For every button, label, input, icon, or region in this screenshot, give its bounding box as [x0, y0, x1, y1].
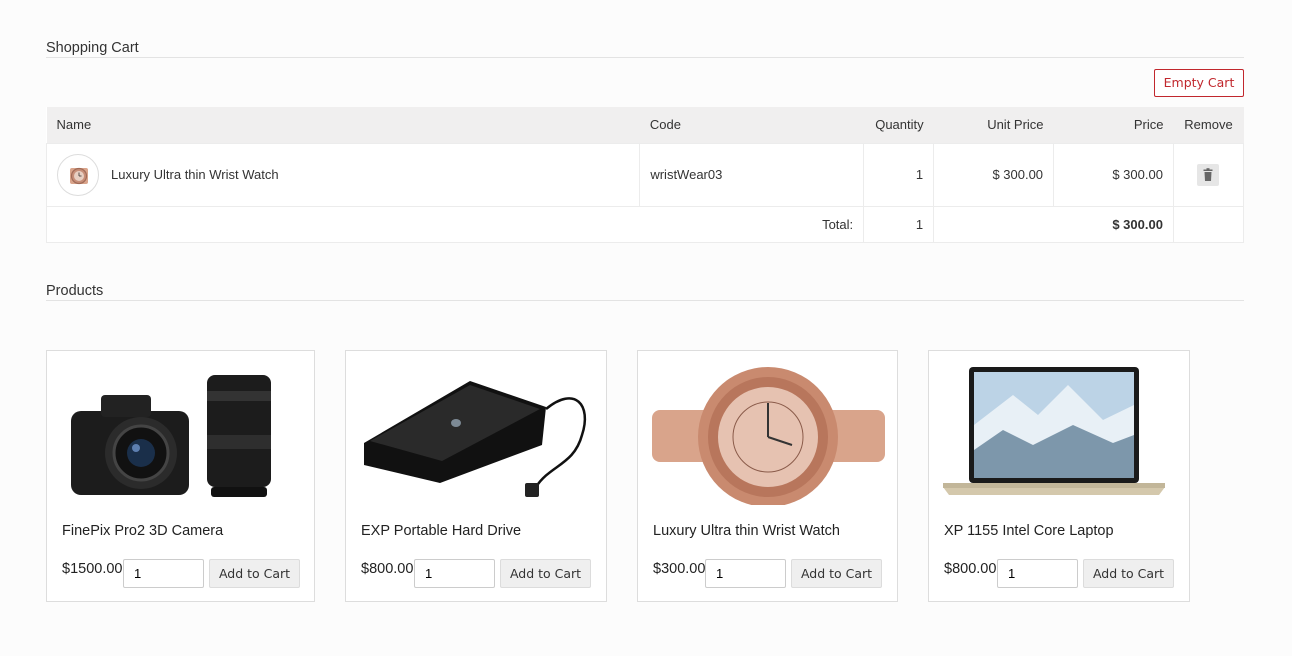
total-quantity: 1 — [863, 205, 935, 243]
cart-cell-remove — [1172, 142, 1245, 207]
cart-item-name: Luxury Ultra thin Wrist Watch — [111, 167, 279, 182]
product-card: EXP Portable Hard Drive $800.00 Add to C… — [345, 350, 607, 602]
cart-total-row: Total: 1 $ 300.00 — [45, 205, 1245, 243]
product-card: Luxury Ultra thin Wrist Watch $300.00 Ad… — [637, 350, 898, 602]
cart-table-header: Name Code Quantity Unit Price Price Remo… — [46, 107, 1244, 143]
total-price: $ 300.00 — [933, 205, 1174, 243]
quantity-input[interactable] — [997, 559, 1078, 588]
product-price: $300.00 — [653, 561, 706, 577]
hard-drive-image — [360, 365, 592, 505]
products-heading: Products — [46, 283, 1244, 301]
cart-item-code: wristWear03 — [639, 142, 865, 207]
column-header-unit-price: Unit Price — [933, 107, 1054, 143]
watch-thumbnail-icon — [57, 153, 99, 196]
total-label: Total: — [45, 205, 865, 243]
add-to-cart-button[interactable]: Add to Cart — [209, 559, 300, 588]
product-name: FinePix Pro2 3D Camera — [62, 523, 224, 539]
column-header-remove: Remove — [1173, 107, 1244, 143]
product-name: Luxury Ultra thin Wrist Watch — [653, 523, 840, 539]
cart-cell-name: Luxury Ultra thin Wrist Watch — [45, 142, 641, 207]
camera-image — [61, 365, 300, 505]
cart-heading: Shopping Cart — [46, 40, 1244, 58]
cart-item-price: $ 300.00 — [1053, 142, 1174, 207]
cart-item-quantity: 1 — [863, 142, 935, 207]
watch-image — [652, 365, 885, 507]
empty-cart-button[interactable]: Empty Cart — [1154, 69, 1244, 97]
product-price: $800.00 — [944, 561, 997, 577]
laptop-image — [943, 365, 1175, 505]
add-to-cart-button[interactable]: Add to Cart — [1083, 559, 1174, 588]
product-name: EXP Portable Hard Drive — [361, 523, 522, 539]
cart-row: Luxury Ultra thin Wrist Watch wristWear0… — [45, 142, 1245, 207]
column-header-quantity: Quantity — [863, 107, 934, 143]
column-header-price: Price — [1053, 107, 1174, 143]
product-name: XP 1155 Intel Core Laptop — [944, 523, 1114, 539]
add-to-cart-button[interactable]: Add to Cart — [791, 559, 882, 588]
quantity-input[interactable] — [414, 559, 495, 588]
cart-table: Name Code Quantity Unit Price Price Remo… — [45, 107, 1245, 243]
product-card: FinePix Pro2 3D Camera $1500.00 Add to C… — [46, 350, 315, 602]
trash-icon[interactable] — [1197, 163, 1220, 186]
quantity-input[interactable] — [123, 559, 204, 588]
column-header-code: Code — [639, 107, 864, 143]
product-card: XP 1155 Intel Core Laptop $800.00 Add to… — [928, 350, 1190, 602]
add-to-cart-button[interactable]: Add to Cart — [500, 559, 591, 588]
product-price: $800.00 — [361, 561, 414, 577]
product-price: $1500.00 — [62, 561, 123, 577]
cart-item-unit-price: $ 300.00 — [933, 142, 1055, 207]
total-empty-cell — [1172, 205, 1245, 243]
column-header-name: Name — [46, 107, 640, 143]
quantity-input[interactable] — [705, 559, 786, 588]
